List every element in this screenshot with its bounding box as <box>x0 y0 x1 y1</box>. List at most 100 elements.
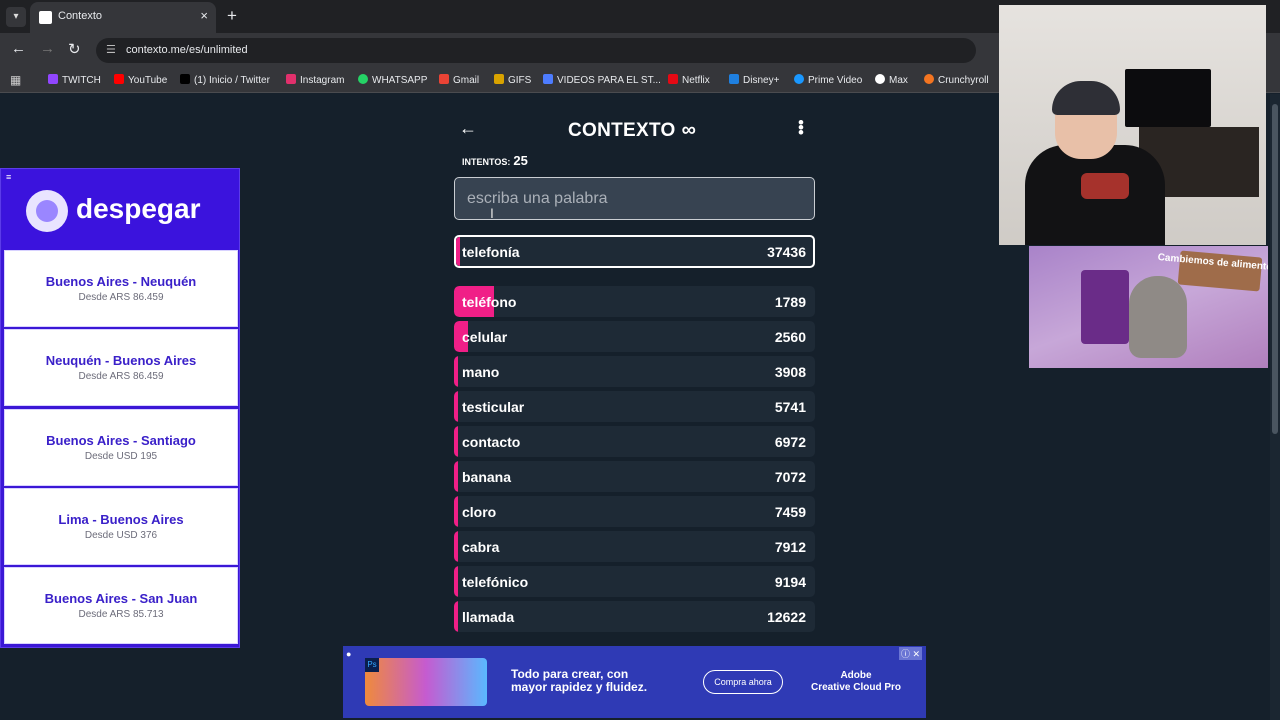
bookmark-max[interactable]: Max <box>875 74 908 86</box>
guess-row: llamada 12622 <box>454 601 815 632</box>
whiskas-ad[interactable]: Cambiemos de alimento <box>1029 246 1268 368</box>
guess-fill <box>454 391 458 422</box>
guess-word: llamada <box>462 609 515 625</box>
browser-tab[interactable]: Contexto × <box>30 2 216 33</box>
route-price: Desde USD 376 <box>84 530 158 541</box>
guess-row: cabra 7912 <box>454 531 815 562</box>
attempts-value: 25 <box>513 153 528 168</box>
favicon-icon <box>39 11 52 24</box>
bookmark-gifs[interactable]: GIFS <box>494 74 531 86</box>
text-cursor-icon: I <box>490 205 494 221</box>
route-price: Desde ARS 86.459 <box>78 292 164 303</box>
guess-word: cloro <box>462 504 497 520</box>
bookmark-twitter[interactable]: (1) Inicio / Twitter <box>180 74 270 86</box>
url-text[interactable]: contexto.me/es/unlimited <box>126 44 248 56</box>
bookmark-youtube[interactable]: YouTube <box>114 74 167 86</box>
route-price: Desde USD 195 <box>84 451 158 462</box>
guess-rank: 1789 <box>774 294 806 310</box>
site-info-icon[interactable]: ☰ <box>106 43 116 56</box>
guess-rank: 6972 <box>774 434 806 450</box>
tab-close-icon[interactable]: × <box>200 8 208 23</box>
guess-rank: 9194 <box>774 574 806 590</box>
buy-now-button[interactable]: Compra ahora <box>703 670 783 694</box>
route-price: Desde ARS 85.713 <box>78 609 164 620</box>
webcam-tv <box>1125 69 1211 127</box>
bookmark-whatsapp[interactable]: WHATSAPP <box>358 74 427 86</box>
guess-row: banana 7072 <box>454 461 815 492</box>
guess-rank: 37436 <box>767 244 806 260</box>
guess-rank: 7459 <box>774 504 806 520</box>
guess-row: cloro 7459 <box>454 496 815 527</box>
guess-row: testicular 5741 <box>454 391 815 422</box>
bookmark-disney[interactable]: Disney+ <box>729 74 779 86</box>
guess-word: contacto <box>462 434 521 450</box>
guess-rank: 5741 <box>774 399 806 415</box>
guess-word: testicular <box>462 399 525 415</box>
bookmark-netflix[interactable]: Netflix <box>668 74 710 86</box>
forward-icon[interactable]: → <box>40 40 55 57</box>
guess-word: telefonía <box>462 244 520 260</box>
netflix-icon <box>668 74 678 84</box>
route-card[interactable]: Lima - Buenos Aires Desde USD 376 <box>4 488 238 565</box>
guess-word: celular <box>462 329 508 345</box>
guess-word: teléfono <box>462 294 517 310</box>
page-scrollbar[interactable] <box>1270 94 1280 720</box>
bookmark-prime[interactable]: Prime Video <box>794 74 862 86</box>
guess-word: cabra <box>462 539 500 555</box>
current-guess-row: telefonía 37436 <box>454 235 815 268</box>
guess-fill <box>454 356 458 387</box>
folder-icon <box>543 74 553 84</box>
route-card[interactable]: Buenos Aires - Neuquén Desde ARS 86.459 <box>4 250 238 327</box>
despegar-logo-bar[interactable]: ≡ despegar <box>2 170 239 250</box>
guess-word: banana <box>462 469 512 485</box>
ad-headline: Todo para crear, con mayor rapidez y flui… <box>511 667 648 694</box>
ad-menu-icon[interactable]: ≡ <box>6 172 11 182</box>
new-tab-icon[interactable]: + <box>227 6 237 26</box>
attempts-counter: INTENTOS: 25 <box>462 153 528 168</box>
route-card[interactable]: Buenos Aires - San Juan Desde ARS 85.713 <box>4 567 238 644</box>
guess-row: mano 3908 <box>454 356 815 387</box>
ad-brand: Adobe Creative Cloud Pro <box>810 670 902 693</box>
bookmark-instagram[interactable]: Instagram <box>286 74 344 86</box>
bookmark-twitch[interactable]: TWITCH <box>48 74 101 86</box>
apps-grid-icon[interactable]: ▦ <box>10 73 21 87</box>
bookmark-crunchyroll[interactable]: Crunchyroll <box>924 74 989 86</box>
crunchyroll-icon <box>924 74 934 84</box>
back-arrow-icon[interactable]: ← <box>459 118 477 139</box>
more-menu-icon[interactable]: • • • <box>796 114 806 141</box>
guess-row: celular 2560 <box>454 321 815 352</box>
despegar-logo-icon <box>26 190 68 232</box>
bookmark-videos[interactable]: VIDEOS PARA EL ST... <box>543 74 661 86</box>
guess-fill <box>454 566 458 597</box>
route-title: Buenos Aires - Santiago <box>46 433 196 448</box>
word-input[interactable] <box>454 177 815 220</box>
bookmark-gmail[interactable]: Gmail <box>439 74 479 86</box>
despegar-ad[interactable]: ≡ despegar Buenos Aires - Neuquén Desde … <box>0 168 240 648</box>
route-card[interactable]: Neuquén - Buenos Aires Desde ARS 86.459 <box>4 329 238 406</box>
cat-image <box>1129 276 1187 358</box>
back-icon[interactable]: ← <box>11 40 26 57</box>
whatsapp-icon <box>358 74 368 84</box>
despegar-brand: despegar <box>76 193 201 224</box>
guess-word: mano <box>462 364 500 380</box>
scrollbar-thumb[interactable] <box>1272 104 1278 434</box>
address-bar[interactable]: ☰ contexto.me/es/unlimited <box>96 38 976 63</box>
instagram-icon <box>286 74 296 84</box>
route-title: Buenos Aires - San Juan <box>44 591 198 606</box>
webcam-overlay <box>999 5 1266 245</box>
photoshop-icon: Ps <box>365 658 379 672</box>
tab-title: Contexto <box>58 10 103 22</box>
ad-close-icon[interactable]: ⓘ ✕ <box>898 647 922 660</box>
game-title-text: CONTEXTO <box>568 120 676 141</box>
guess-fill <box>456 237 460 266</box>
prime-video-icon <box>794 74 804 84</box>
ad-info-icon[interactable]: ● <box>346 649 351 659</box>
adobe-ad[interactable]: Ps Todo para crear, con mayor rapidez y f… <box>343 646 926 718</box>
route-card[interactable]: Buenos Aires - Santiago Desde USD 195 <box>4 409 238 486</box>
route-title: Neuquén - Buenos Aires <box>45 353 197 368</box>
guess-fill <box>454 496 458 527</box>
ad-artwork <box>365 658 487 706</box>
guess-row: teléfono 1789 <box>454 286 815 317</box>
tab-search-icon[interactable]: ▾ <box>6 7 26 27</box>
reload-icon[interactable]: ↻ <box>68 40 81 58</box>
